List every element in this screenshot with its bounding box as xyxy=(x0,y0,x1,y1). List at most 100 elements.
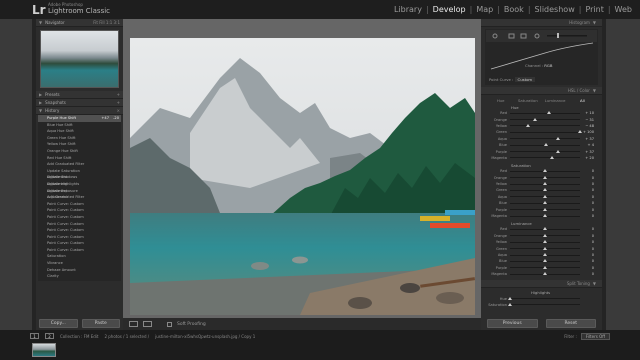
slider-knob[interactable] xyxy=(543,188,547,192)
slider-knob[interactable] xyxy=(543,253,547,256)
loupe-view-icon[interactable] xyxy=(129,321,138,327)
history-item[interactable]: Point Curve: Custom xyxy=(38,240,121,247)
before-after-icon[interactable] xyxy=(143,321,152,327)
slider-track[interactable] xyxy=(510,272,580,276)
slider-knob[interactable] xyxy=(555,136,560,140)
point-curve-select[interactable]: Custom xyxy=(514,77,536,82)
slider-track[interactable] xyxy=(510,149,580,153)
history-item[interactable]: Point Curve: Custom xyxy=(38,201,121,208)
slider-knob[interactable] xyxy=(543,201,547,205)
slider-track[interactable] xyxy=(510,169,580,173)
reset-button[interactable]: Reset xyxy=(545,319,596,328)
slider-knob[interactable] xyxy=(544,143,549,147)
slider-knob[interactable] xyxy=(578,130,582,134)
history-item[interactable]: Vibrance xyxy=(38,260,121,267)
slider-track[interactable] xyxy=(510,240,580,244)
history-item[interactable]: Add Graduated Filter xyxy=(38,194,121,201)
slider-knob[interactable] xyxy=(543,175,547,179)
slider-knob[interactable] xyxy=(546,111,551,115)
history-item[interactable]: Yellow Hue Shift xyxy=(38,141,121,148)
tab-hue[interactable]: Hue xyxy=(487,98,514,103)
filter-select[interactable]: Filters Off xyxy=(580,333,610,340)
slider-knob[interactable] xyxy=(543,169,547,173)
page-2-button[interactable]: 2 xyxy=(45,333,54,339)
slider-track[interactable] xyxy=(510,194,580,198)
page-1-button[interactable]: 1 xyxy=(30,333,39,339)
slider-track[interactable] xyxy=(510,130,582,134)
slider-track[interactable] xyxy=(510,155,580,159)
slider-track[interactable] xyxy=(510,175,580,179)
hsl-slider-saturation-magenta[interactable]: Magenta 0 xyxy=(481,213,602,219)
module-library[interactable]: Library xyxy=(394,5,422,14)
clear-history-icon[interactable]: × xyxy=(117,108,120,113)
slider-knob[interactable] xyxy=(543,259,547,263)
slider-knob[interactable] xyxy=(543,272,547,276)
slider-knob[interactable] xyxy=(543,214,547,218)
slider-knob[interactable] xyxy=(550,155,554,159)
slider-track[interactable] xyxy=(510,182,580,186)
slider-track[interactable] xyxy=(510,188,580,192)
add-snapshot-icon[interactable]: + xyxy=(117,100,120,105)
history-header[interactable]: ▼ History × xyxy=(36,107,123,115)
module-develop[interactable]: Develop xyxy=(433,5,466,14)
slider-track[interactable] xyxy=(510,265,580,269)
history-item[interactable]: Green Hue Shift xyxy=(38,135,121,142)
slider-track[interactable] xyxy=(510,111,580,115)
tab-all[interactable]: All xyxy=(569,98,596,103)
history-item[interactable]: Point Curve: Custom xyxy=(38,207,121,214)
history-item[interactable]: Point Curve: Custom xyxy=(38,227,121,234)
zoom-options[interactable]: Fit Fill 1:1 3:1 xyxy=(93,20,120,25)
tab-saturation[interactable]: Saturation xyxy=(514,98,541,103)
snapshots-header[interactable]: ▶ Snapshots + xyxy=(36,99,123,107)
history-item[interactable]: Update Saturation Adjustment xyxy=(38,168,121,180)
history-item[interactable]: Point Curve: Custom xyxy=(38,214,121,221)
slider-knob[interactable] xyxy=(543,233,547,237)
previous-button[interactable]: Previous xyxy=(487,319,538,328)
soft-proofing-checkbox[interactable] xyxy=(167,321,172,327)
hsl-slider-luminance-magenta[interactable]: Magenta 0 xyxy=(481,271,602,277)
tab-luminance[interactable]: Luminance xyxy=(542,98,569,103)
slider-knob[interactable] xyxy=(543,246,547,250)
presets-header[interactable]: ▶ Presets + xyxy=(36,91,123,99)
slider-track[interactable] xyxy=(510,227,580,231)
module-book[interactable]: Book xyxy=(504,5,524,14)
add-preset-icon[interactable]: + xyxy=(117,92,120,97)
slider-track[interactable] xyxy=(510,233,580,237)
filmstrip-thumbnail[interactable] xyxy=(32,343,56,357)
slider-track[interactable] xyxy=(510,246,580,250)
slider-knob[interactable] xyxy=(543,207,547,211)
history-item[interactable]: Update Shadows Adjustment xyxy=(38,174,121,186)
slider-knob[interactable] xyxy=(543,227,547,231)
history-item[interactable]: Saturation xyxy=(38,253,121,260)
history-item[interactable]: Point Curve: Custom xyxy=(38,234,121,241)
history-item[interactable]: Point Curve: Custom xyxy=(38,221,121,228)
history-item[interactable]: Update Highlights Adjustment xyxy=(38,181,121,193)
slider-knob[interactable] xyxy=(555,149,560,153)
history-item[interactable]: Point Curve: Custom xyxy=(38,247,121,254)
history-item[interactable]: Blue Hue Shift xyxy=(38,122,121,129)
history-item[interactable]: Purple Hue Shift +47 -20 xyxy=(38,115,121,122)
slider-knob[interactable] xyxy=(543,182,547,186)
navigator-header[interactable]: ▼ Navigator Fit Fill 1:1 3:1 xyxy=(36,19,123,27)
slider-track[interactable] xyxy=(510,253,580,256)
history-item[interactable]: Orange Hue Shift xyxy=(38,148,121,155)
history-item[interactable]: Update Exposure Adjustment xyxy=(38,188,121,200)
photo-preview[interactable] xyxy=(130,38,475,315)
slider-knob[interactable] xyxy=(543,194,547,198)
paste-button[interactable]: Paste xyxy=(81,319,120,328)
histogram-header[interactable]: Histogram ▼ xyxy=(481,19,602,27)
split-toning-header[interactable]: Split Toning ▼ xyxy=(481,280,602,289)
history-item[interactable]: Dehaze Amount xyxy=(38,267,121,274)
hsl-slider-hue-magenta[interactable]: Magenta + 20 xyxy=(481,155,602,161)
hsl-header[interactable]: HSL / Color ▼ xyxy=(481,87,602,95)
slider-track[interactable] xyxy=(510,201,580,205)
split-saturation-row[interactable]: Saturation xyxy=(481,302,602,308)
copy-button[interactable]: Copy... xyxy=(39,319,78,328)
tone-curve-panel[interactable]: Channel : RGB Point Curve : Custom xyxy=(485,29,598,85)
history-item[interactable]: Red Hue Shift xyxy=(38,155,121,162)
slider-track[interactable] xyxy=(510,259,580,263)
slider-track[interactable] xyxy=(510,143,580,147)
slider-knob[interactable] xyxy=(543,265,547,269)
slider-knob[interactable] xyxy=(532,117,537,121)
filmstrip-filename[interactable]: justine-milton-xl5whsQpwtz-unsplash.jpg … xyxy=(155,334,255,339)
